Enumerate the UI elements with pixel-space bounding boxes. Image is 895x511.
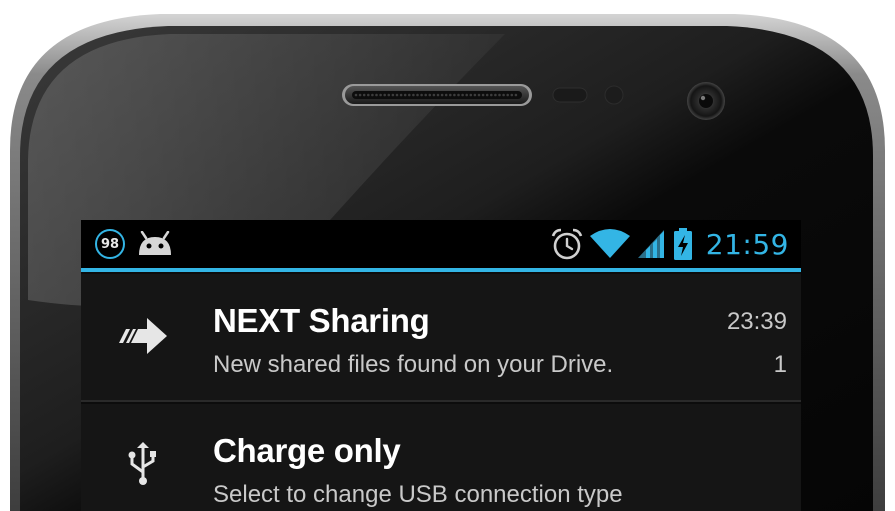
share-arrow-icon [117,310,169,362]
notification-text: Select to change USB connection type [213,481,623,508]
alarm-clock-icon [551,228,583,260]
device-photo: 98 21:59 NEXT Sharing New shared files f… [0,0,895,511]
usb-icon [117,438,169,490]
notification-shade: 98 21:59 NEXT Sharing New shared files f… [81,220,801,511]
notification-text: New shared files found on your Drive. [213,351,614,378]
notification-count: 1 [773,351,787,378]
numbered-badge-icon: 98 [95,229,125,259]
android-icon [139,231,171,255]
battery-charging-icon [673,228,692,260]
notification-charge-only[interactable]: Charge only Select to change USB connect… [81,404,801,511]
proximity-sensor-icon [552,87,588,103]
status-bar: 98 21:59 [81,220,801,268]
cell-signal-icon [637,230,664,258]
wifi-icon [589,229,630,258]
light-sensor-icon [604,85,624,105]
status-clock: 21:59 [705,227,789,261]
notification-next-sharing[interactable]: NEXT Sharing New shared files found on y… [81,274,801,402]
earpiece-speaker-icon [342,84,532,106]
badge-number: 98 [100,236,120,252]
notification-time: 23:39 [726,308,787,335]
status-bar-accent-line [81,268,801,272]
notification-title: NEXT Sharing [213,302,430,339]
notification-title: Charge only [213,432,401,469]
